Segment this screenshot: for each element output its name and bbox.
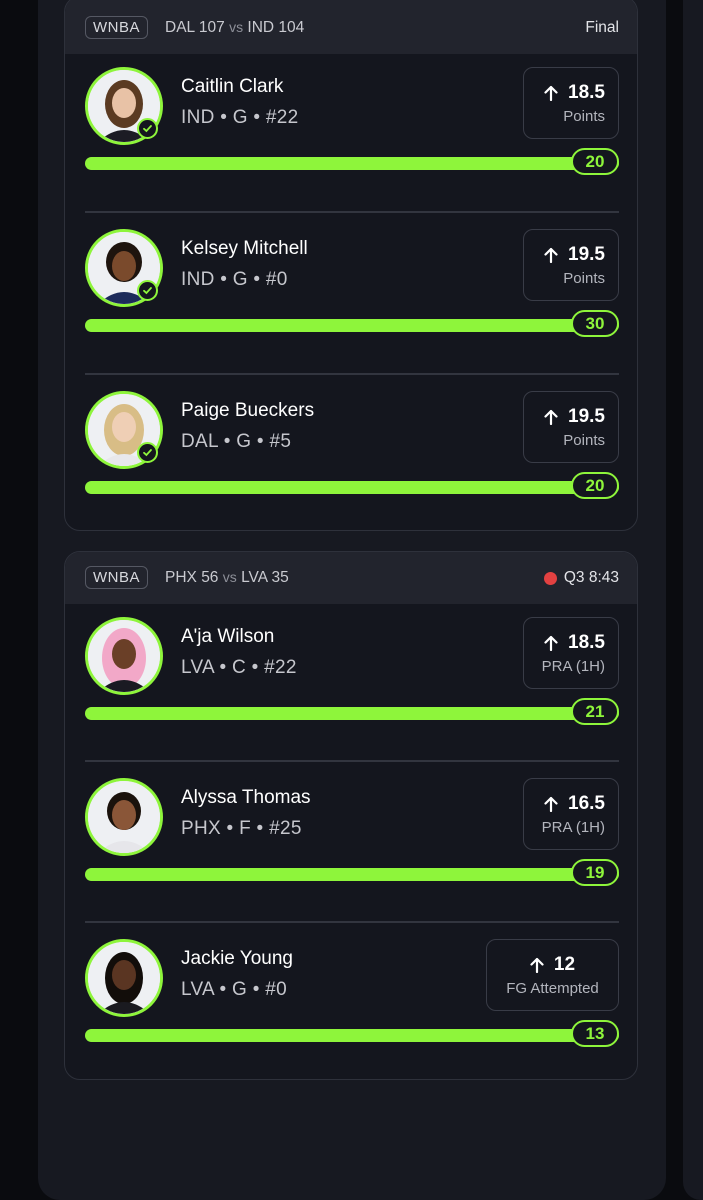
game-card-phx-lva[interactable]: WNBA PHX 56 vs LVA 35 Q3 8:43 A'ja Wilso… [64,551,638,1080]
league-badge: WNBA [85,16,148,39]
actual-value: 13 [571,1020,619,1047]
player-meta: IND • G • #22 [181,107,299,128]
game-score: DAL 107 vs IND 104 [165,19,304,37]
player-row[interactable]: Kelsey Mitchell IND • G • #0 19.5 Points… [85,216,619,377]
player-row[interactable]: Alyssa Thomas PHX • F • #25 16.5 PRA (1H… [85,765,619,926]
prop-line[interactable]: 16.5 PRA (1H) [523,778,619,850]
league-badge: WNBA [85,566,148,589]
game-status: Final [585,19,619,37]
stat-type: Points [563,108,605,125]
arrow-up-icon [544,247,558,263]
actual-value: 20 [571,472,619,499]
player-avatar [85,778,163,856]
progress-fill [85,481,619,494]
game-header: WNBA DAL 107 vs IND 104 Final [65,0,637,54]
player-meta: PHX • F • #25 [181,818,302,839]
progress-fill [85,1029,619,1042]
player-row[interactable]: A'ja Wilson LVA • C • #22 18.5 PRA (1H) … [85,604,619,765]
team1-name: PHX [165,569,197,586]
progress-bar [85,707,619,720]
progress-fill [85,157,619,170]
team2-name: LVA [241,569,268,586]
progress-fill [85,868,619,881]
vs-label: vs [222,569,237,585]
arrow-up-icon [544,635,558,651]
player-name: Paige Bueckers [181,400,315,421]
actual-value: 20 [571,148,619,175]
row-divider [85,921,619,923]
team1-name: DAL [165,19,195,36]
actual-value: 19 [571,859,619,886]
player-name: A'ja Wilson [181,626,275,647]
check-icon [137,280,158,301]
player-avatar [85,939,163,1017]
row-divider [85,760,619,762]
stat-type: Points [563,432,605,449]
stat-type: PRA (1H) [541,658,605,675]
prop-line[interactable]: 19.5 Points [523,391,619,463]
progress-bar [85,1029,619,1042]
progress-bar [85,319,619,332]
player-name: Alyssa Thomas [181,787,311,808]
player-name: Caitlin Clark [181,76,284,97]
live-indicator-icon [543,571,557,585]
arrow-up-icon [544,796,558,812]
arrow-up-icon [544,85,558,101]
player-meta: LVA • C • #22 [181,657,297,678]
prop-line[interactable]: 19.5 Points [523,229,619,301]
line-value: 12 [553,954,576,975]
team1-score: 56 [201,569,219,586]
player-name: Kelsey Mitchell [181,238,308,259]
player-row[interactable]: Caitlin Clark IND • G • #22 18.5 Points … [85,54,619,215]
row-divider [85,373,619,375]
game-header: WNBA PHX 56 vs LVA 35 Q3 8:43 [65,552,637,604]
line-value: 16.5 [568,793,605,814]
stat-type: FG Attempted [506,980,599,997]
player-meta: DAL • G • #5 [181,431,292,452]
progress-bar [85,157,619,170]
player-row[interactable]: Jackie Young LVA • G • #0 12 FG Attempte… [85,926,619,1079]
stat-type: Points [563,270,605,287]
player-name: Jackie Young [181,948,293,969]
game-status-text: Q3 8:43 [563,569,619,586]
adjacent-panel-edge [683,0,703,1200]
game-status: Q3 8:43 [543,569,619,587]
prop-line[interactable]: 18.5 PRA (1H) [523,617,619,689]
stat-type: PRA (1H) [541,819,605,836]
row-divider [85,211,619,213]
progress-bar [85,868,619,881]
team2-score: 104 [278,19,305,36]
progress-fill [85,707,619,720]
arrow-up-icon [530,957,544,973]
game-card-dal-ind[interactable]: WNBA DAL 107 vs IND 104 Final Caitlin Cl… [64,0,638,531]
game-score: PHX 56 vs LVA 35 [165,569,289,587]
arrow-up-icon [544,409,558,425]
game-status-text: Final [585,19,619,36]
check-icon [137,118,158,139]
player-row[interactable]: Paige Bueckers DAL • G • #5 19.5 Points … [85,378,619,530]
actual-value: 30 [571,310,619,337]
line-value: 18.5 [568,632,605,653]
actual-value: 21 [571,698,619,725]
team1-score: 107 [198,19,225,36]
progress-bar [85,481,619,494]
line-value: 18.5 [568,82,605,103]
player-avatar [85,617,163,695]
player-meta: IND • G • #0 [181,269,288,290]
prop-line[interactable]: 12 FG Attempted [486,939,619,1011]
player-meta: LVA • G • #0 [181,979,287,1000]
prop-line[interactable]: 18.5 Points [523,67,619,139]
line-value: 19.5 [568,406,605,427]
vs-label: vs [229,19,244,35]
team2-score: 35 [271,569,289,586]
progress-fill [85,319,619,332]
check-icon [137,442,158,463]
line-value: 19.5 [568,244,605,265]
team2-name: IND [247,19,275,36]
